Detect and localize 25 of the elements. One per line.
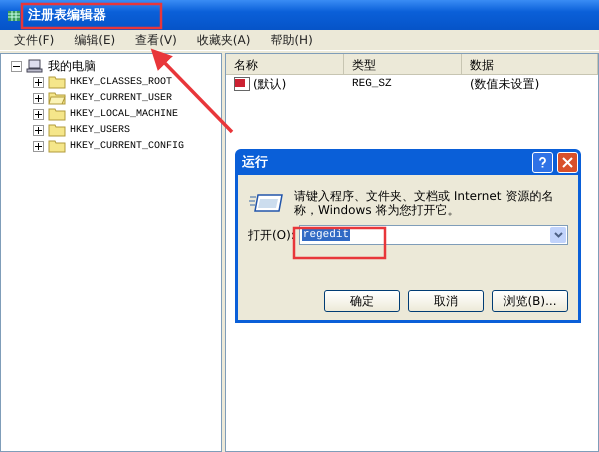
value-name[interactable]: (默认) — [253, 76, 286, 92]
column-header[interactable]: 数据 — [462, 54, 598, 74]
value-data: (数值未设置) — [469, 76, 540, 92]
open-label: 打开(O): — [248, 226, 295, 244]
dialog-title: 运行 — [242, 154, 269, 171]
window-title: 注册表编辑器 — [28, 6, 106, 24]
tree-item[interactable]: HKEY_CLASSES_ROOT — [70, 76, 172, 88]
tree-item[interactable]: HKEY_CURRENT_CONFIG — [70, 140, 184, 152]
tree-item[interactable]: HKEY_USERS — [70, 124, 130, 136]
column-header[interactable]: 类型 — [344, 54, 462, 74]
column-header[interactable]: 名称 — [226, 54, 344, 74]
open-field[interactable]: regedit — [298, 225, 568, 245]
tree-item[interactable]: HKEY_CURRENT_USER — [70, 92, 172, 104]
dialog-button[interactable]: 浏览(B)... — [492, 290, 568, 312]
value-type: REG_SZ — [351, 78, 393, 90]
tree-item[interactable]: 我的电脑 — [48, 58, 96, 74]
menu-item[interactable]: 收藏夹(A) — [188, 32, 258, 48]
tree-item[interactable]: HKEY_LOCAL_MACHINE — [70, 108, 178, 120]
menu-item[interactable]: 查看(V) — [127, 32, 185, 48]
prompt-text: 请键入程序、文件夹、文档或 Internet 资源的名称，Windows 将为您打开它。 — [294, 188, 554, 217]
menu-item[interactable]: 帮助(H) — [262, 32, 321, 48]
menu-item[interactable]: 编辑(E) — [66, 32, 124, 48]
dialog-button[interactable]: 取消 — [408, 290, 484, 312]
menu-item[interactable]: 文件(F) — [6, 32, 62, 48]
dialog-button[interactable]: 确定 — [324, 290, 400, 312]
